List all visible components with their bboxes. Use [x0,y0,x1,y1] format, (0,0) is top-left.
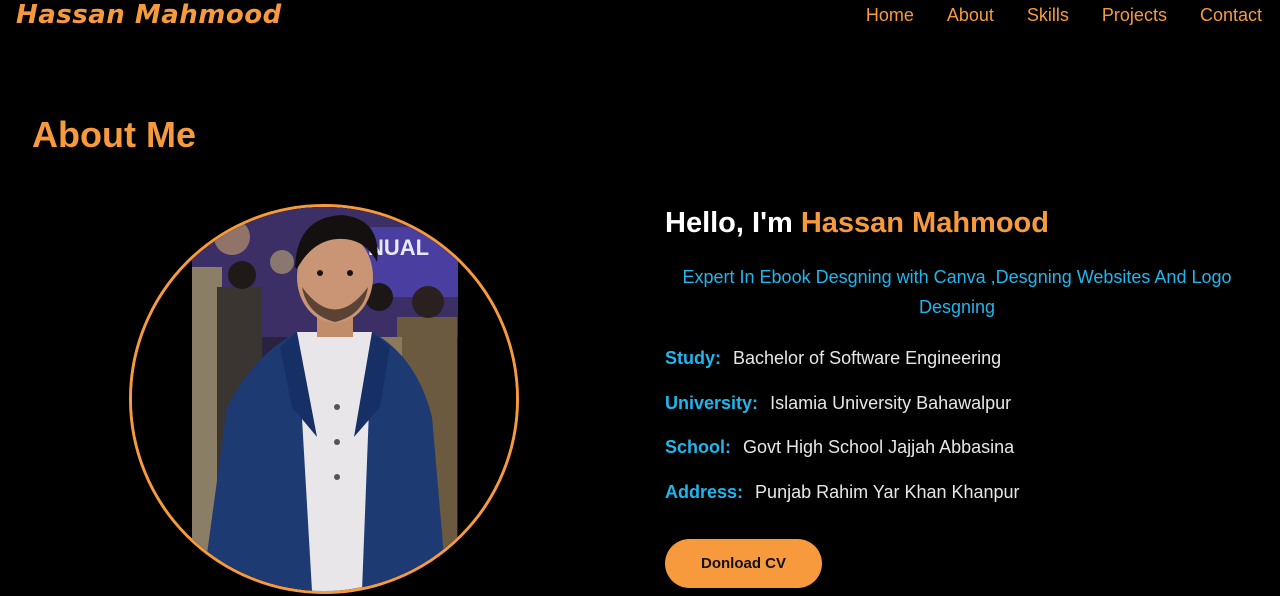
detail-university: University: Islamia University Bahawalpu… [665,393,1011,414]
site-logo[interactable]: Hassan Mahmood [16,0,282,30]
detail-school: School: Govt High School Jajjah Abbasina [665,437,1014,458]
detail-value: Islamia University Bahawalpur [770,393,1012,413]
main-nav: Home About Skills Projects Contact [866,5,1262,26]
page: Hassan Mahmood Home About Skills Project… [0,0,1280,596]
nav-about-link[interactable]: About [947,5,994,26]
detail-label: Study: [665,348,721,368]
detail-value: Punjab Rahim Yar Khan Khanpur [755,482,1020,502]
detail-value: Govt High School Jajjah Abbasina [743,437,1015,457]
profile-photo-illustration: NUAL [132,207,516,591]
greeting-name: Hassan Mahmood [800,207,1049,239]
nav-contact-link[interactable]: Contact [1200,5,1262,26]
nav-skills-link[interactable]: Skills [1027,5,1069,26]
detail-label: University: [665,393,759,413]
greeting-prefix: Hello, I'm [665,207,793,239]
section-title: About Me [32,114,196,155]
detail-value: Bachelor of Software Engineering [733,348,1002,368]
tagline: Expert In Ebook Desgning with Canva ,Des… [682,267,1232,317]
nav-projects-link[interactable]: Projects [1102,5,1167,26]
greeting-heading: Hello, I'm Hassan Mahmood [665,207,1049,240]
detail-study: Study: Bachelor of Software Engineering [665,348,1001,369]
detail-label: Address: [665,482,744,502]
download-cv-button[interactable]: Donload CV [665,539,822,588]
detail-label: School: [665,437,731,457]
profile-photo: NUAL [129,204,519,594]
detail-address: Address: Punjab Rahim Yar Khan Khanpur [665,482,1020,503]
nav-home-link[interactable]: Home [866,5,914,26]
